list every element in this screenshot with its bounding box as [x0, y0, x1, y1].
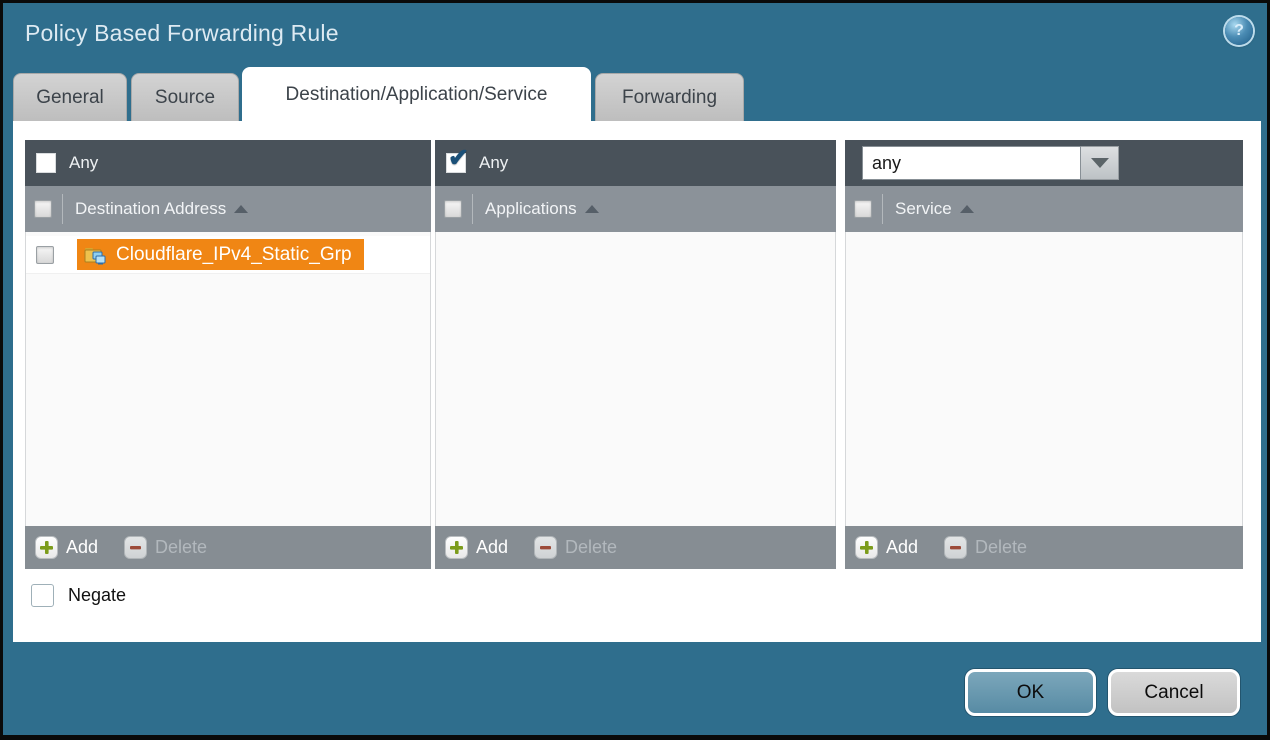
destination-list-item: Cloudflare_IPv4_Static_Grp	[26, 236, 430, 274]
destination-column-header-label: Destination Address	[75, 199, 226, 219]
tab-label: Destination/Application/Service	[286, 84, 548, 106]
service-column: any Service	[845, 140, 1243, 569]
service-add-button[interactable]: Add	[855, 536, 918, 559]
sort-ascending-icon	[960, 205, 974, 213]
add-plus-icon	[855, 536, 878, 559]
delete-button-label: Delete	[975, 537, 1027, 558]
applications-any-label: Any	[479, 153, 508, 173]
service-column-header-row: Service	[845, 186, 1243, 232]
service-dropdown[interactable]: any	[862, 146, 1119, 180]
applications-column-header[interactable]: Applications	[472, 194, 599, 224]
applications-column-header-label: Applications	[485, 199, 577, 219]
destination-column-header-row: Destination Address	[25, 186, 431, 232]
destination-item-selected[interactable]: Cloudflare_IPv4_Static_Grp	[77, 239, 364, 270]
tab-general[interactable]: General	[13, 73, 127, 122]
tab-label: Forwarding	[622, 87, 717, 109]
destination-address-column: Any Destination Address	[25, 140, 431, 569]
negate-checkbox[interactable]	[31, 584, 54, 607]
negate-label: Negate	[68, 585, 126, 606]
cancel-button-label: Cancel	[1144, 682, 1203, 704]
add-button-label: Add	[886, 537, 918, 558]
checkmark-icon: ✔	[448, 146, 469, 171]
applications-footer: Add Delete	[435, 526, 836, 569]
delete-minus-icon	[534, 536, 557, 559]
service-footer: Add Delete	[845, 526, 1243, 569]
applications-column: ✔ Any Applications	[435, 140, 836, 569]
destination-item-checkbox[interactable]	[36, 246, 54, 264]
negate-row: Negate	[31, 584, 126, 607]
sort-ascending-icon	[585, 205, 599, 213]
delete-button-label: Delete	[565, 537, 617, 558]
dialog-window: Policy Based Forwarding Rule ? General S…	[0, 0, 1270, 740]
destination-any-checkbox[interactable]	[36, 153, 56, 173]
destination-any-label: Any	[69, 153, 98, 173]
service-list	[845, 232, 1243, 526]
applications-add-button[interactable]: Add	[445, 536, 508, 559]
tab-label: General	[36, 87, 104, 109]
applications-any-row: ✔ Any	[435, 140, 836, 186]
add-plus-icon	[445, 536, 468, 559]
service-dropdown-row: any	[845, 140, 1243, 186]
service-column-header-label: Service	[895, 199, 952, 219]
destination-delete-button[interactable]: Delete	[124, 536, 207, 559]
address-group-icon	[84, 245, 108, 265]
tab-source[interactable]: Source	[131, 73, 239, 122]
add-button-label: Add	[66, 537, 98, 558]
help-glyph: ?	[1234, 22, 1244, 40]
service-delete-button[interactable]: Delete	[944, 536, 1027, 559]
chevron-down-icon	[1091, 158, 1109, 168]
dialog-frame: Policy Based Forwarding Rule ? General S…	[3, 3, 1267, 735]
applications-list	[435, 232, 836, 526]
ok-button-label: OK	[1017, 682, 1044, 704]
add-button-label: Add	[476, 537, 508, 558]
ok-button[interactable]: OK	[965, 669, 1096, 716]
destination-list: Cloudflare_IPv4_Static_Grp	[25, 232, 431, 526]
destination-item-label: Cloudflare_IPv4_Static_Grp	[116, 244, 352, 266]
sort-ascending-icon	[234, 205, 248, 213]
help-icon[interactable]: ?	[1225, 17, 1253, 45]
destination-add-button[interactable]: Add	[35, 536, 98, 559]
destination-any-row: Any	[25, 140, 431, 186]
tab-label: Source	[155, 87, 215, 109]
delete-minus-icon	[944, 536, 967, 559]
applications-select-all-checkbox[interactable]	[444, 200, 462, 218]
dialog-title: Policy Based Forwarding Rule	[25, 20, 339, 47]
service-select-all-checkbox[interactable]	[854, 200, 872, 218]
tab-content-panel: Any Destination Address	[13, 121, 1261, 642]
tab-destination-application-service[interactable]: Destination/Application/Service	[242, 67, 591, 122]
service-dropdown-value: any	[862, 146, 1081, 180]
service-dropdown-button[interactable]	[1081, 146, 1119, 180]
applications-column-header-row: Applications	[435, 186, 836, 232]
delete-button-label: Delete	[155, 537, 207, 558]
cancel-button[interactable]: Cancel	[1108, 669, 1240, 716]
tab-forwarding[interactable]: Forwarding	[595, 73, 744, 122]
destination-column-header[interactable]: Destination Address	[62, 194, 248, 224]
delete-minus-icon	[124, 536, 147, 559]
service-column-header[interactable]: Service	[882, 194, 974, 224]
add-plus-icon	[35, 536, 58, 559]
applications-delete-button[interactable]: Delete	[534, 536, 617, 559]
destination-select-all-checkbox[interactable]	[34, 200, 52, 218]
destination-footer: Add Delete	[25, 526, 431, 569]
applications-any-checkbox[interactable]: ✔	[446, 153, 466, 173]
